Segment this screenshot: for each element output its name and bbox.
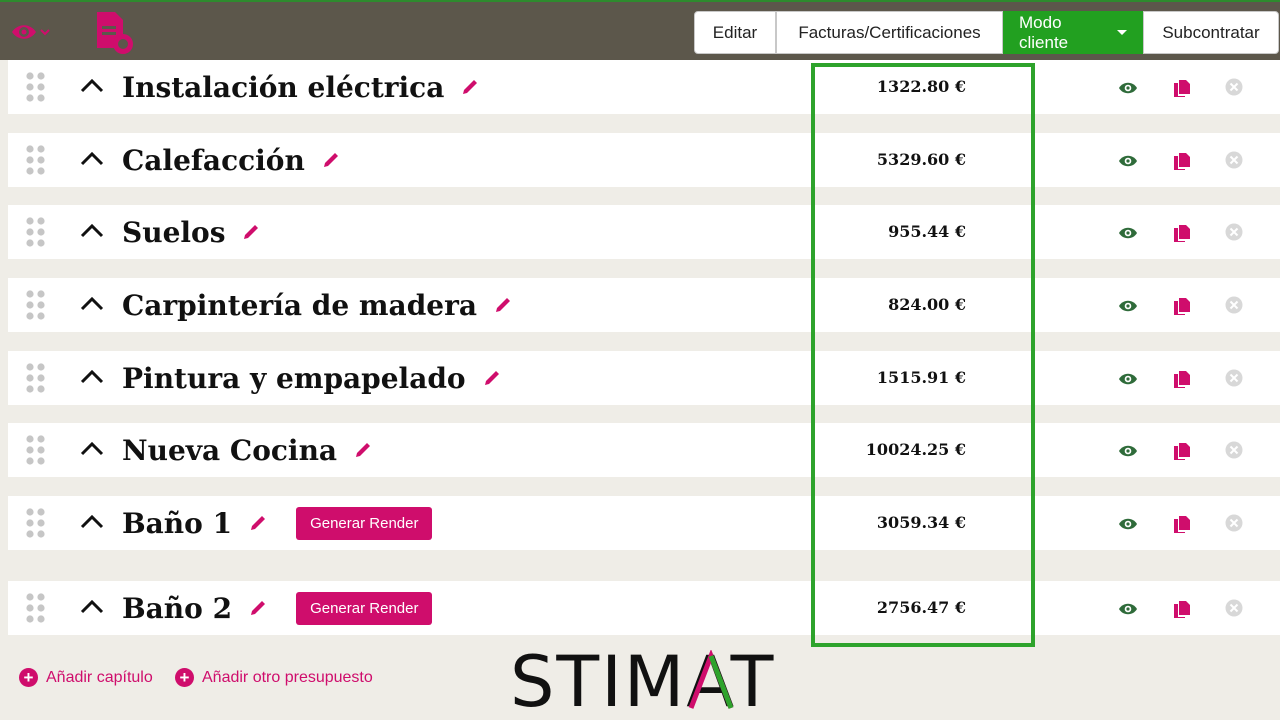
collapse-chevron-icon[interactable] (80, 598, 104, 619)
visibility-eye-icon[interactable] (10, 20, 52, 49)
close-icon[interactable] (1225, 514, 1243, 537)
plus-circle-icon: + (19, 668, 38, 687)
eye-icon[interactable] (1118, 444, 1138, 463)
pencil-icon[interactable] (248, 513, 268, 533)
collapse-chevron-icon[interactable] (80, 513, 104, 534)
chapter-amount: 3059.34 € (876, 513, 966, 532)
copy-icon[interactable] (1172, 151, 1192, 176)
chapter-title: Nueva Cocina (122, 431, 373, 469)
copy-icon[interactable] (1172, 514, 1192, 539)
close-icon[interactable] (1225, 599, 1243, 622)
collapse-chevron-icon[interactable] (80, 77, 104, 98)
pencil-icon[interactable] (493, 295, 513, 315)
close-icon[interactable] (1225, 151, 1243, 174)
chapter-title-text: Nueva Cocina (122, 433, 338, 467)
drag-handle-icon[interactable] (25, 289, 47, 326)
chapter-row: Nueva Cocina 10024.25 € (8, 423, 1280, 477)
pencil-icon[interactable] (248, 598, 268, 618)
drag-handle-icon[interactable] (25, 592, 47, 629)
top-bar: Editar Facturas/Certificaciones Modo cli… (0, 0, 1280, 60)
toolbar-button-group: Editar Facturas/Certificaciones Modo cli… (694, 11, 1279, 54)
drag-handle-icon[interactable] (25, 507, 47, 544)
pencil-icon[interactable] (241, 222, 261, 242)
subcontract-button[interactable]: Subcontratar (1143, 11, 1279, 54)
edit-button[interactable]: Editar (694, 11, 776, 54)
copy-icon[interactable] (1172, 441, 1192, 466)
chapter-title: Baño 2 Generar Render (122, 589, 433, 627)
chapter-title: Calefacción (122, 141, 341, 179)
eye-icon[interactable] (1118, 81, 1138, 100)
logo-text: STIMAT (510, 650, 775, 714)
pencil-icon[interactable] (353, 440, 373, 460)
client-mode-dropdown[interactable]: Modo cliente (1003, 11, 1143, 54)
pencil-icon[interactable] (482, 368, 502, 388)
copy-icon[interactable] (1172, 223, 1192, 248)
eye-icon[interactable] (1118, 154, 1138, 173)
caret-down-icon (1117, 30, 1127, 35)
chapter-amount: 10024.25 € (865, 440, 966, 459)
chapter-title: Baño 1 Generar Render (122, 504, 433, 542)
close-icon[interactable] (1225, 369, 1243, 392)
copy-icon[interactable] (1172, 369, 1192, 394)
chapter-row: Suelos 955.44 € (8, 205, 1280, 259)
collapse-chevron-icon[interactable] (80, 295, 104, 316)
eye-icon[interactable] (1118, 226, 1138, 245)
collapse-chevron-icon[interactable] (80, 368, 104, 389)
chapter-title: Carpintería de madera (122, 286, 513, 324)
close-icon[interactable] (1225, 223, 1243, 246)
eye-icon[interactable] (1118, 517, 1138, 536)
chapter-row: Baño 1 Generar Render 3059.34 € (8, 496, 1280, 550)
chapter-title-text: Instalación eléctrica (122, 70, 445, 104)
drag-handle-icon[interactable] (25, 434, 47, 471)
pencil-icon[interactable] (321, 150, 341, 170)
eye-icon[interactable] (1118, 602, 1138, 621)
collapse-chevron-icon[interactable] (80, 222, 104, 243)
chapter-amount: 1322.80 € (876, 77, 966, 96)
drag-handle-icon[interactable] (25, 144, 47, 181)
chapter-title-text: Baño 2 (122, 591, 233, 625)
copy-icon[interactable] (1172, 296, 1192, 321)
chapter-amount: 824.00 € (888, 295, 966, 314)
pencil-icon[interactable] (460, 77, 480, 97)
chapter-title-text: Pintura y empapelado (122, 361, 466, 395)
chapter-amount: 2756.47 € (876, 598, 966, 617)
copy-icon[interactable] (1172, 599, 1192, 624)
chapter-row: Instalación eléctrica 1322.80 € (8, 60, 1280, 114)
stimat-logo: STIMAT (510, 641, 775, 720)
add-budget-link[interactable]: + Añadir otro presupuesto (175, 668, 373, 687)
generate-render-button[interactable]: Generar Render (296, 591, 433, 625)
collapse-chevron-icon[interactable] (80, 150, 104, 171)
chapter-row: Carpintería de madera 824.00 € (8, 278, 1280, 332)
copy-icon[interactable] (1172, 78, 1192, 103)
chapter-row: Baño 2 Generar Render 2756.47 € (8, 581, 1280, 635)
close-icon[interactable] (1225, 296, 1243, 319)
generate-render-button[interactable]: Generar Render (296, 506, 433, 540)
eye-icon[interactable] (1118, 299, 1138, 318)
chapter-amount: 955.44 € (888, 222, 966, 241)
invoices-button[interactable]: Facturas/Certificaciones (776, 11, 1003, 54)
add-chapter-link[interactable]: + Añadir capítulo (19, 668, 153, 687)
chapter-row: Calefacción 5329.60 € (8, 133, 1280, 187)
chapter-title-text: Suelos (122, 215, 226, 249)
drag-handle-icon[interactable] (25, 71, 47, 108)
chapter-row: Pintura y empapelado 1515.91 € (8, 351, 1280, 405)
chapter-title-text: Carpintería de madera (122, 288, 477, 322)
drag-handle-icon[interactable] (25, 362, 47, 399)
chapter-amount: 1515.91 € (876, 368, 966, 387)
collapse-chevron-icon[interactable] (80, 440, 104, 461)
chapter-amount: 5329.60 € (876, 150, 966, 169)
drag-handle-icon[interactable] (25, 216, 47, 253)
close-icon[interactable] (1225, 78, 1243, 101)
eye-icon[interactable] (1118, 372, 1138, 391)
close-icon[interactable] (1225, 441, 1243, 464)
chapter-title-text: Calefacción (122, 143, 305, 177)
chapter-title: Instalación eléctrica (122, 68, 480, 106)
document-icon[interactable] (93, 10, 139, 61)
chapter-title-text: Baño 1 (122, 506, 233, 540)
chapter-title: Pintura y empapelado (122, 359, 502, 397)
plus-circle-icon: + (175, 668, 194, 687)
chapter-title: Suelos (122, 213, 261, 251)
